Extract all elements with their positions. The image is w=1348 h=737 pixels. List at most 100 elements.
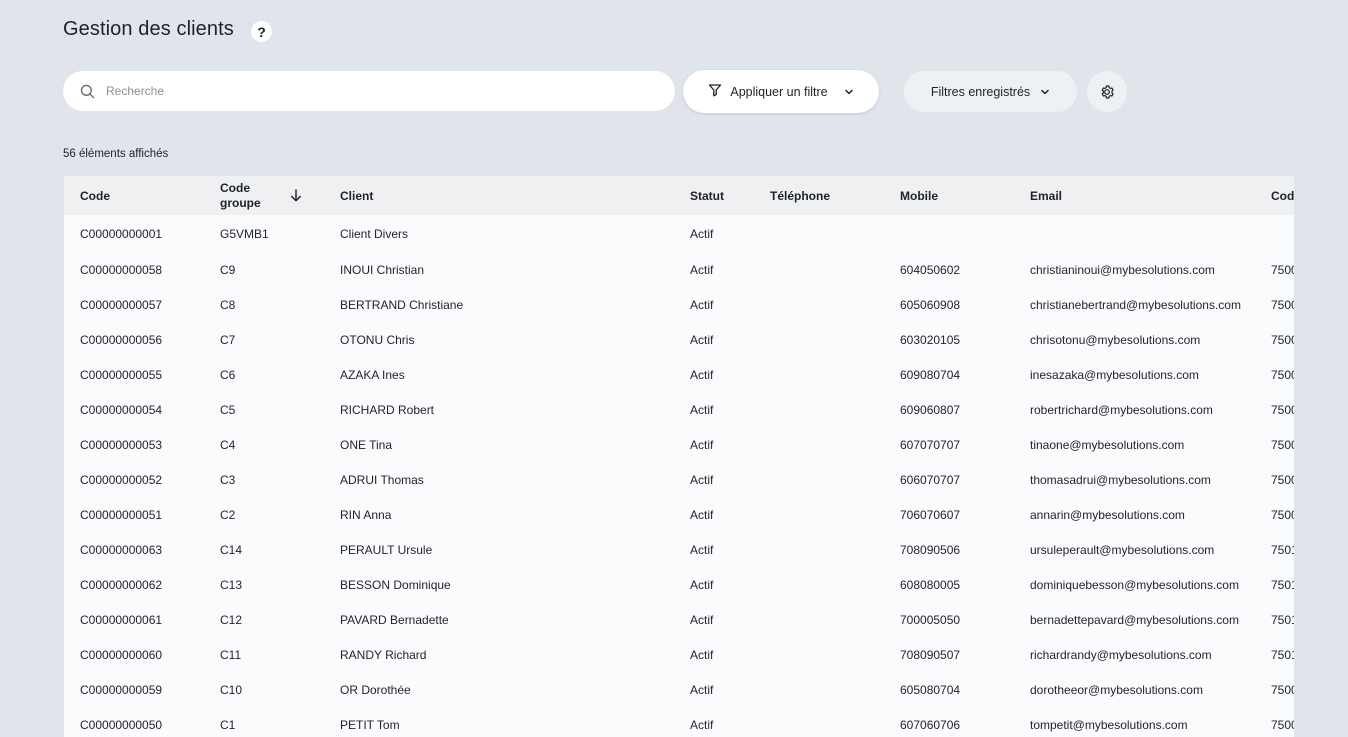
cell-statut: Actif (690, 437, 714, 452)
apply-filter-button[interactable]: Appliquer un filtre (683, 70, 879, 113)
cell-code-postal: 7500 (1271, 402, 1294, 417)
arrow-down-icon[interactable] (290, 189, 302, 202)
table-row[interactable]: C00000000058 C9 INOUI Christian Actif 604050… (64, 252, 1294, 287)
cell-statut: Actif (690, 717, 714, 732)
table-row[interactable]: C00000000061 C12 PAVARD Bernadette Actif 700… (64, 602, 1294, 637)
cell-code: C00000000060 (80, 647, 163, 662)
cell-code-postal: 7501 (1271, 577, 1294, 592)
table-row[interactable]: C00000000056 C7 OTONU Chris Actif 603020105 c… (64, 322, 1294, 357)
table-row[interactable]: C00000000054 C5 RICHARD Robert Actif 6090608… (64, 392, 1294, 427)
cell-code-groupe: C6 (220, 367, 236, 382)
cell-mobile: 609080704 (900, 367, 961, 382)
cell-mobile: 604050602 (900, 262, 961, 277)
items-count: 56 éléments affichés (63, 148, 169, 160)
cell-mobile: 708090506 (900, 542, 961, 557)
cell-email: christianinoui@mybesolutions.com (1030, 262, 1215, 277)
cell-code: C00000000058 (80, 262, 163, 277)
cell-code: C00000000063 (80, 542, 163, 557)
cell-statut: Actif (690, 577, 714, 592)
cell-code-groupe: C8 (220, 297, 236, 312)
cell-client: ONE Tina (340, 437, 393, 452)
saved-filters-button[interactable]: Filtres enregistrés (904, 71, 1077, 112)
cell-telephone (754, 672, 884, 707)
table-row[interactable]: C00000000051 C2 RIN Anna Actif 706070607 anna… (64, 497, 1294, 532)
cell-mobile: 700005050 (900, 612, 961, 627)
cell-code-postal: 7500 (1271, 717, 1294, 732)
table-row[interactable]: C00000000059 C10 OR Dorothée Actif 605080704… (64, 672, 1294, 707)
cell-email (1014, 215, 1255, 252)
settings-button[interactable] (1087, 71, 1127, 112)
cell-telephone (754, 637, 884, 672)
column-header-client[interactable]: Client (324, 176, 674, 215)
cell-client: PETIT Tom (340, 717, 400, 732)
cell-mobile: 608080005 (900, 577, 961, 592)
cell-code-groupe: C14 (220, 542, 243, 557)
table-row[interactable]: C00000000057 C8 BERTRAND Christiane Actif 60… (64, 287, 1294, 322)
column-header-code-groupe[interactable]: Code groupe (204, 176, 324, 215)
help-button[interactable]: ? (251, 21, 272, 42)
cell-mobile: 603020105 (900, 332, 961, 347)
cell-code: C00000000061 (80, 612, 163, 627)
column-header-code-postal[interactable]: Code (1255, 176, 1294, 215)
cell-email: robertrichard@mybesolutions.com (1030, 402, 1213, 417)
cell-client: RICHARD Robert (340, 402, 435, 417)
cell-email: tinaone@mybesolutions.com (1030, 437, 1185, 452)
cell-mobile: 607060706 (900, 717, 961, 732)
cell-statut: Actif (690, 472, 714, 487)
column-header-email[interactable]: Email (1014, 176, 1255, 215)
table-row[interactable]: C00000000060 C11 RANDY Richard Actif 7080905… (64, 637, 1294, 672)
cell-email: dominiquebesson@mybesolutions.com (1030, 577, 1239, 592)
cell-code-groupe: C7 (220, 332, 236, 347)
cell-telephone (754, 392, 884, 427)
cell-telephone (754, 567, 884, 602)
table-row[interactable]: C00000000063 C14 PERAULT Ursule Actif 708090… (64, 532, 1294, 567)
column-header-telephone[interactable]: Téléphone (754, 176, 884, 215)
cell-client: PAVARD Bernadette (340, 612, 449, 627)
cell-mobile (884, 215, 1014, 252)
table-row[interactable]: C00000000062 C13 BESSON Dominique Actif 6080… (64, 567, 1294, 602)
cell-code-groupe: G5VMB1 (220, 226, 269, 241)
cell-email: tompetit@mybesolutions.com (1030, 717, 1188, 732)
table-row[interactable]: C00000000052 C3 ADRUI Thomas Actif 606070707… (64, 462, 1294, 497)
column-header-statut[interactable]: Statut (674, 176, 754, 215)
cell-code: C00000000052 (80, 472, 163, 487)
cell-mobile: 605080704 (900, 682, 961, 697)
cell-code-postal: 7501 (1271, 542, 1294, 557)
cell-mobile: 706070607 (900, 507, 961, 522)
cell-client: RIN Anna (340, 507, 392, 522)
cell-email: bernadettepavard@mybesolutions.com (1030, 612, 1239, 627)
cell-code-postal: 7500 (1271, 472, 1294, 487)
cell-statut: Actif (690, 682, 714, 697)
cell-code-groupe: C5 (220, 402, 236, 417)
gear-icon (1099, 84, 1115, 100)
cell-client: OTONU Chris (340, 332, 415, 347)
cell-telephone (754, 287, 884, 322)
cell-client: INOUI Christian (340, 262, 425, 277)
table-row[interactable]: C00000000055 C6 AZAKA Ines Actif 609080704 in… (64, 357, 1294, 392)
cell-statut: Actif (690, 647, 714, 662)
cell-telephone (754, 602, 884, 637)
cell-code: C00000000001 (80, 226, 163, 241)
clients-table: Code Code groupe Client Statut Téléphone… (64, 176, 1294, 737)
table-row[interactable]: C00000000050 C1 PETIT Tom Actif 607060706 tom… (64, 707, 1294, 737)
column-header-mobile[interactable]: Mobile (884, 176, 1014, 215)
column-header-code[interactable]: Code (64, 176, 204, 215)
search-input[interactable] (104, 83, 644, 99)
cell-statut: Actif (690, 507, 714, 522)
cell-mobile: 708090507 (900, 647, 961, 662)
table-row[interactable]: C00000000001 G5VMB1 Client Divers Actif (64, 215, 1294, 252)
table-row[interactable]: C00000000053 C4 ONE Tina Actif 607070707 tina… (64, 427, 1294, 462)
cell-code-groupe: C2 (220, 507, 236, 522)
cell-telephone (754, 427, 884, 462)
cell-telephone (754, 252, 884, 287)
cell-code-groupe: C12 (220, 612, 243, 627)
search-box[interactable] (63, 71, 675, 111)
cell-statut: Actif (690, 542, 714, 557)
cell-statut: Actif (690, 612, 714, 627)
cell-code: C00000000051 (80, 507, 163, 522)
cell-code: C00000000053 (80, 437, 163, 452)
cell-statut: Actif (690, 226, 714, 241)
cell-code: C00000000054 (80, 402, 163, 417)
cell-email: richardrandy@mybesolutions.com (1030, 647, 1212, 662)
table-header-row: Code Code groupe Client Statut Téléphone… (64, 176, 1294, 215)
